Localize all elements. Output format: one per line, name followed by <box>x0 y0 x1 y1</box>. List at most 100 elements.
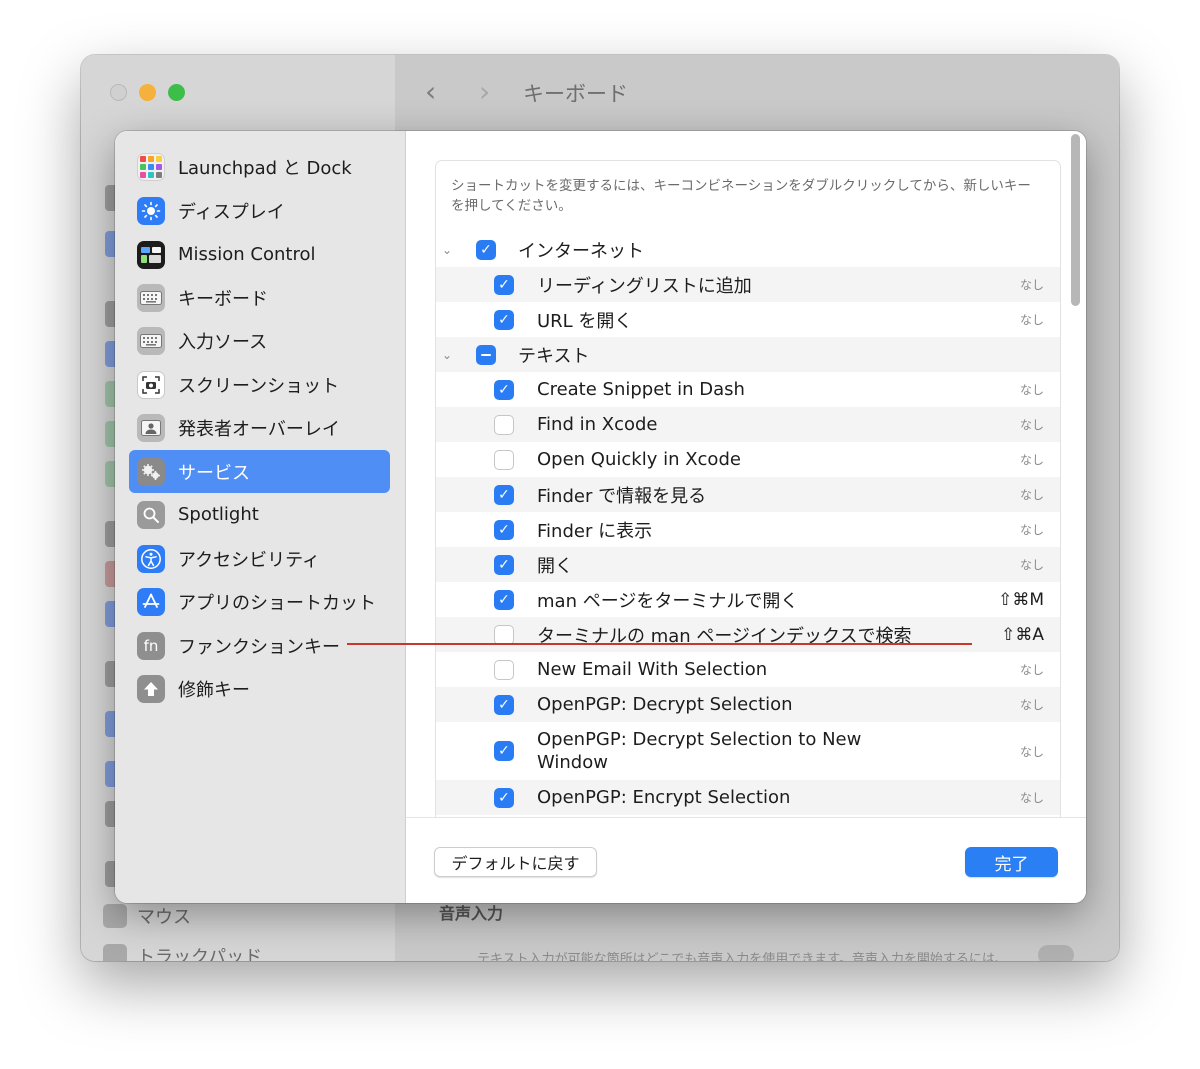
service-checkbox[interactable] <box>494 414 514 435</box>
service-checkbox[interactable]: ✓ <box>494 589 514 610</box>
service-row-find-in-xcode[interactable]: Find in Xcode なし <box>436 407 1060 442</box>
sidebar-item-display[interactable]: ディスプレイ <box>129 189 390 232</box>
sidebar-item-function-keys[interactable]: fn ファンクションキー <box>129 624 390 667</box>
service-group-internet[interactable]: ⌄ ✓ インターネット <box>436 232 1060 267</box>
restore-defaults-button[interactable]: デフォルトに戻す <box>434 847 597 877</box>
sidebar-item-accessibility[interactable]: アクセシビリティ <box>129 537 390 580</box>
service-row-reading-list[interactable]: ✓ リーディングリストに追加 なし <box>436 267 1060 302</box>
window-zoom-button[interactable] <box>168 84 185 101</box>
function-keys-icon: fn <box>137 631 165 660</box>
services-list[interactable]: ショートカットを変更するには、キーコンビネーションをダブルクリックしてから、新し… <box>435 160 1061 818</box>
done-button[interactable]: 完了 <box>965 847 1058 877</box>
service-shortcut[interactable]: ⇧⌘A <box>1001 625 1044 645</box>
sidebar-item-label: 入力ソース <box>178 331 268 353</box>
service-row-create-snippet-dash[interactable]: ✓ Create Snippet in Dash なし <box>436 372 1060 407</box>
services-panel: ショートカットを変更するには、キーコンビネーションをダブルクリックしてから、新し… <box>406 131 1086 903</box>
sidebar-item-label: 修飾キー <box>178 679 250 701</box>
sidebar-item-screenshot[interactable]: スクリーンショット <box>129 363 390 406</box>
dictation-toggle[interactable] <box>1038 945 1074 961</box>
checkmark-icon: ✓ <box>498 311 510 328</box>
chevron-down-icon[interactable]: ⌄ <box>442 348 452 362</box>
dictation-section-description: テキスト入力が可能な箇所はどこでも音声入力を使用できます。音声入力を開始するには… <box>477 952 1008 961</box>
service-row-man-page-terminal[interactable]: ✓ man ページをターミナルで開く ⇧⌘M <box>436 582 1060 617</box>
window-close-button[interactable] <box>110 84 127 101</box>
service-row-show-in-finder[interactable]: ✓ Finder に表示 なし <box>436 512 1060 547</box>
nav-forward-button[interactable]: › <box>479 75 490 108</box>
modifier-keys-icon <box>137 674 165 703</box>
service-checkbox[interactable]: ✓ <box>494 741 514 761</box>
checkmark-icon: ✓ <box>498 696 510 713</box>
sidebar-item-label: スクリーンショット <box>178 375 340 397</box>
service-shortcut[interactable]: なし <box>1020 416 1044 433</box>
service-shortcut[interactable]: なし <box>1020 789 1044 806</box>
service-row-openpgp-decrypt-new-window[interactable]: ✓ OpenPGP: Decrypt Selection to New Wind… <box>436 722 1060 780</box>
checkmark-icon: ✓ <box>498 743 510 759</box>
sidebar-item-label: サービス <box>178 462 250 484</box>
service-checkbox[interactable]: ✓ <box>494 554 514 575</box>
service-label: URL を開く <box>537 310 633 332</box>
sidebar-item-mission-control[interactable]: Mission Control <box>129 233 390 276</box>
service-shortcut[interactable]: なし <box>1020 276 1044 293</box>
service-checkbox[interactable] <box>494 659 514 680</box>
service-row-openpgp-decrypt[interactable]: ✓ OpenPGP: Decrypt Selection なし <box>436 687 1060 722</box>
nav-back-button[interactable]: ‹ <box>425 75 436 108</box>
background-sidebar-mouse[interactable]: マウス <box>103 903 191 929</box>
service-shortcut[interactable]: なし <box>1020 521 1044 538</box>
services-icon <box>137 457 165 486</box>
sidebar-item-launchpad-dock[interactable]: Launchpad と Dock <box>129 145 390 188</box>
window-minimize-button[interactable] <box>139 84 156 101</box>
list-scrollbar-thumb[interactable] <box>1071 134 1080 306</box>
service-checkbox[interactable]: ✓ <box>494 484 514 505</box>
sidebar-item-keyboard[interactable]: キーボード <box>129 276 390 319</box>
app-shortcuts-icon <box>137 587 165 616</box>
service-group-text[interactable]: ⌄ テキスト <box>436 337 1060 372</box>
service-checkbox[interactable]: ✓ <box>494 519 514 540</box>
dictation-section-title: 音声入力 <box>439 904 504 923</box>
service-shortcut[interactable]: なし <box>1020 743 1044 760</box>
sidebar-item-label: 発表者オーバーレイ <box>178 418 340 440</box>
annotation-underline <box>347 643 972 645</box>
sidebar-item-label: アクセシビリティ <box>178 549 321 571</box>
service-row-search-man-index[interactable]: ターミナルの man ページインデックスで検索 ⇧⌘A <box>436 617 1060 652</box>
service-checkbox[interactable] <box>494 449 514 470</box>
service-checkbox[interactable]: ✓ <box>494 309 514 330</box>
service-checkbox[interactable]: ✓ <box>494 379 514 400</box>
service-row-open-quickly-xcode[interactable]: Open Quickly in Xcode なし <box>436 442 1060 477</box>
service-row-openpgp-encrypt[interactable]: ✓ OpenPGP: Encrypt Selection なし <box>436 780 1060 815</box>
group-checkbox[interactable]: ✓ <box>476 239 496 260</box>
service-label: man ページをターミナルで開く <box>537 590 799 612</box>
sidebar-item-app-shortcuts[interactable]: アプリのショートカット <box>129 580 390 623</box>
service-checkbox[interactable]: ✓ <box>494 274 514 295</box>
sheet-footer: デフォルトに戻す 完了 <box>406 817 1086 903</box>
service-checkbox[interactable]: ✓ <box>494 694 514 715</box>
service-checkbox[interactable] <box>494 624 514 645</box>
service-shortcut[interactable]: なし <box>1020 381 1044 398</box>
service-label: Open Quickly in Xcode <box>537 449 741 470</box>
group-checkbox-mixed[interactable] <box>476 344 496 365</box>
sidebar-item-label: Mission Control <box>178 244 316 265</box>
service-row-new-email-selection[interactable]: New Email With Selection なし <box>436 652 1060 687</box>
presenter-overlay-icon <box>137 413 165 442</box>
services-sheet: Launchpad と Dock ディスプレイ Mission Control … <box>115 131 1086 903</box>
service-shortcut[interactable]: なし <box>1020 556 1044 573</box>
service-row-open-url[interactable]: ✓ URL を開く なし <box>436 302 1060 337</box>
chevron-down-icon[interactable]: ⌄ <box>442 243 452 257</box>
service-shortcut[interactable]: なし <box>1020 451 1044 468</box>
sidebar-item-spotlight[interactable]: Spotlight <box>129 493 390 536</box>
sidebar-item-modifier-keys[interactable]: 修飾キー <box>129 667 390 710</box>
service-row-finder-get-info[interactable]: ✓ Finder で情報を見る なし <box>436 477 1060 512</box>
service-shortcut[interactable]: なし <box>1020 696 1044 713</box>
sidebar-item-label: アプリのショートカット <box>178 592 376 614</box>
background-sidebar-trackpad[interactable]: トラックパッド <box>103 943 262 961</box>
sidebar-item-presenter-overlay[interactable]: 発表者オーバーレイ <box>129 406 390 449</box>
service-shortcut[interactable]: なし <box>1020 486 1044 503</box>
service-shortcut[interactable]: なし <box>1020 661 1044 678</box>
service-checkbox[interactable]: ✓ <box>494 787 514 808</box>
sidebar-item-services[interactable]: サービス <box>129 450 390 493</box>
checkmark-icon: ✓ <box>498 789 510 806</box>
sheet-sidebar: Launchpad と Dock ディスプレイ Mission Control … <box>115 131 406 903</box>
sidebar-item-input-sources[interactable]: 入力ソース <box>129 319 390 362</box>
service-row-open[interactable]: ✓ 開く なし <box>436 547 1060 582</box>
service-shortcut[interactable]: ⇧⌘M <box>998 590 1044 610</box>
service-shortcut[interactable]: なし <box>1020 311 1044 328</box>
